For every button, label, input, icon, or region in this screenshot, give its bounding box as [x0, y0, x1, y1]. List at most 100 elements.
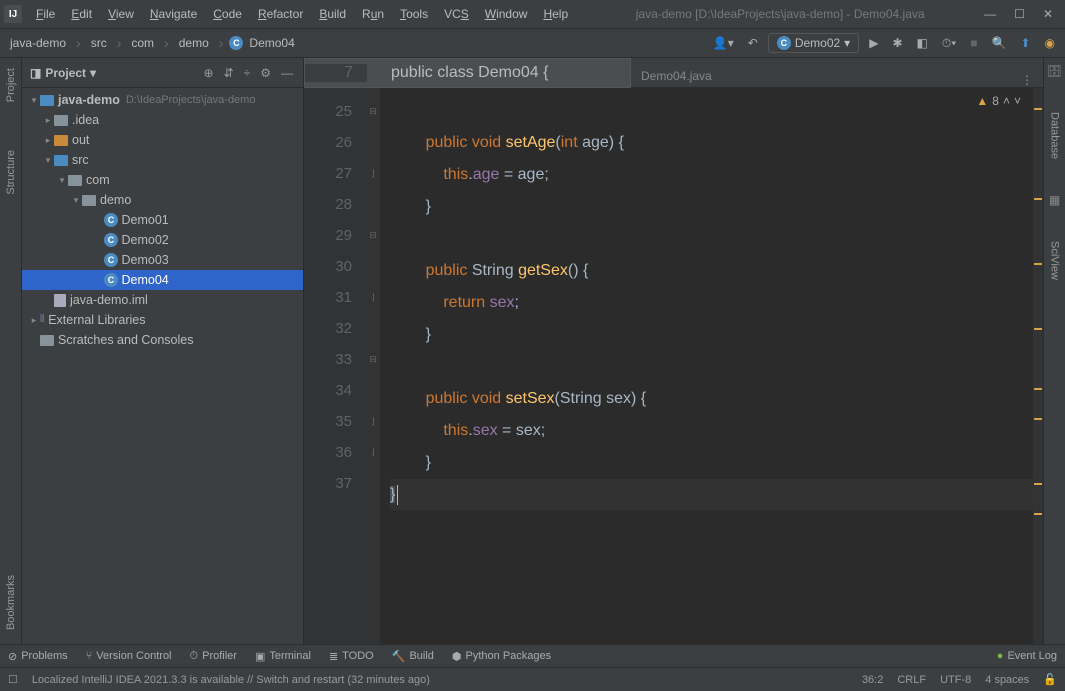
- fold-gutter[interactable]: ⊟⌋⊟⌋⊟⌋⌋: [366, 88, 380, 644]
- back-arrow-icon[interactable]: ↶: [744, 34, 762, 52]
- minimize-icon[interactable]: —: [984, 7, 996, 21]
- text-cursor: [397, 485, 398, 505]
- run-config-selector[interactable]: C Demo02 ▾: [768, 33, 859, 53]
- tool-profiler[interactable]: ⏱ Profiler: [190, 650, 237, 663]
- tool-build[interactable]: 🔨 Build: [392, 650, 434, 663]
- menu-edit[interactable]: Edit: [63, 4, 100, 24]
- status-pos[interactable]: 36:2: [862, 674, 883, 686]
- tool-event-log[interactable]: ● Event Log: [997, 650, 1057, 662]
- window-title: java-demo [D:\IdeaProjects\java-demo] - …: [576, 7, 984, 21]
- status-eol[interactable]: CRLF: [897, 674, 926, 686]
- tree-file-demo02[interactable]: C Demo02: [22, 230, 303, 250]
- sci-icon[interactable]: ▦: [1049, 193, 1060, 207]
- code-editor[interactable]: public void setAge(int age) { this.age =…: [380, 88, 1033, 644]
- tab-menu-icon[interactable]: ⋮: [1011, 73, 1043, 87]
- menu-tools[interactable]: Tools: [392, 4, 436, 24]
- class-icon: C: [777, 36, 791, 50]
- tree-ext-lib[interactable]: ▸⫴External Libraries: [22, 310, 303, 330]
- debug-button[interactable]: ✱: [888, 34, 906, 52]
- stop-button[interactable]: ■: [966, 34, 981, 52]
- editor-area: 7 public class Demo04 { Demo04.java ⋮ ▲8…: [304, 58, 1043, 644]
- status-indent[interactable]: 4 spaces: [985, 674, 1029, 686]
- crumb-demo[interactable]: demo: [175, 34, 213, 52]
- menu-refactor[interactable]: Refactor: [250, 4, 311, 24]
- project-tree: ▾java-demoD:\IdeaProjects\java-demo ▸.id…: [22, 88, 303, 644]
- profile-button[interactable]: ⏱▾: [938, 34, 960, 53]
- menu-code[interactable]: Code: [205, 4, 250, 24]
- menu-navigate[interactable]: Navigate: [142, 4, 205, 24]
- marker-bar[interactable]: [1033, 88, 1043, 644]
- right-tab-database[interactable]: Database: [1047, 108, 1063, 163]
- chevron-down-icon: ▾: [844, 36, 850, 50]
- add-user-icon[interactable]: 👤▾: [709, 34, 738, 52]
- maximize-icon[interactable]: ☐: [1014, 7, 1025, 21]
- close-icon[interactable]: ✕: [1043, 7, 1053, 21]
- menu-window[interactable]: Window: [477, 4, 536, 24]
- left-tab-bookmarks[interactable]: Bookmarks: [3, 571, 19, 634]
- tree-file-demo04[interactable]: C Demo04: [22, 270, 303, 290]
- menu-build[interactable]: Build: [311, 4, 354, 24]
- tree-file-demo01[interactable]: C Demo01: [22, 210, 303, 230]
- search-everywhere-icon[interactable]: 🔍: [988, 34, 1011, 52]
- tree-out[interactable]: ▸out: [22, 130, 303, 150]
- ide-settings-icon[interactable]: ◉: [1041, 34, 1059, 52]
- titlebar: IJ File Edit View Navigate Code Refactor…: [0, 0, 1065, 28]
- line-gutter[interactable]: 25262728293031323334353637: [304, 88, 366, 644]
- collapse-all-icon[interactable]: ÷: [242, 64, 253, 82]
- tree-com[interactable]: ▾com: [22, 170, 303, 190]
- run-button[interactable]: ▶: [865, 34, 882, 52]
- left-tool-strip: Project Structure Bookmarks: [0, 58, 22, 644]
- run-config-name: Demo02: [795, 36, 840, 50]
- class-icon: C: [229, 36, 243, 50]
- tool-todo[interactable]: ≣ TODO: [329, 650, 374, 663]
- menu-file[interactable]: File: [28, 4, 63, 24]
- tool-python[interactable]: ⬢ Python Packages: [452, 650, 551, 663]
- hide-panel-icon[interactable]: —: [279, 64, 295, 82]
- editor-tab[interactable]: Demo04.java: [633, 65, 720, 87]
- update-icon[interactable]: ⬆: [1016, 34, 1034, 52]
- tree-demo[interactable]: ▾demo: [22, 190, 303, 210]
- tool-terminal[interactable]: ▣ Terminal: [255, 650, 311, 663]
- inspections-widget[interactable]: ▲8 ˄˅: [976, 94, 1021, 108]
- menu-run[interactable]: Run: [354, 4, 392, 24]
- menu-vcs[interactable]: VCS: [436, 4, 477, 24]
- select-opened-icon[interactable]: ⊕: [202, 64, 216, 82]
- tree-iml[interactable]: java-demo.iml: [22, 290, 303, 310]
- expand-all-icon[interactable]: ⇵: [222, 64, 236, 82]
- left-tab-project[interactable]: Project: [3, 64, 19, 106]
- status-encoding[interactable]: UTF-8: [940, 674, 971, 686]
- intellij-logo-icon: IJ: [4, 5, 22, 23]
- tool-problems[interactable]: ⊘ Problems: [8, 650, 68, 663]
- tree-scratches[interactable]: Scratches and Consoles: [22, 330, 303, 350]
- tree-idea[interactable]: ▸.idea: [22, 110, 303, 130]
- warning-icon: ▲: [976, 94, 988, 108]
- chevron-down-icon[interactable]: ˅: [1014, 94, 1021, 108]
- right-tool-strip: 🗄 Database ▦ SciView: [1043, 58, 1065, 644]
- tree-src[interactable]: ▾src: [22, 150, 303, 170]
- panel-title[interactable]: ◨ Project ▾: [30, 66, 96, 80]
- menubar: File Edit View Navigate Code Refactor Bu…: [28, 4, 576, 24]
- crumb-src[interactable]: src: [87, 34, 111, 52]
- status-lock-icon[interactable]: 🔓: [1043, 673, 1057, 686]
- coverage-button[interactable]: ◧: [913, 34, 932, 52]
- right-tab-sciview[interactable]: SciView: [1047, 237, 1063, 284]
- bottom-tool-bar: ⊘ Problems ⑂ Version Control ⏱ Profiler …: [0, 644, 1065, 667]
- chevron-up-icon[interactable]: ˄: [1003, 94, 1010, 108]
- db-icon[interactable]: 🗄: [1047, 64, 1062, 78]
- crumb-project[interactable]: java-demo: [6, 34, 70, 52]
- menu-help[interactable]: Help: [535, 4, 576, 24]
- status-message[interactable]: Localized IntelliJ IDEA 2021.3.3 is avai…: [32, 674, 430, 686]
- crumb-com[interactable]: com: [127, 34, 158, 52]
- tree-file-demo03[interactable]: C Demo03: [22, 250, 303, 270]
- left-tab-structure[interactable]: Structure: [3, 146, 19, 199]
- status-msg-icon[interactable]: ☐: [8, 673, 18, 686]
- tree-root[interactable]: ▾java-demoD:\IdeaProjects\java-demo: [22, 90, 303, 110]
- navbar: java-demo› src› com› demo› C Demo04 👤▾ ↶…: [0, 28, 1065, 58]
- menu-view[interactable]: View: [100, 4, 142, 24]
- crumb-class[interactable]: Demo04: [245, 34, 298, 52]
- breadcrumb: java-demo› src› com› demo› C Demo04: [6, 34, 705, 52]
- panel-settings-icon[interactable]: ⚙: [258, 64, 273, 82]
- project-panel: ◨ Project ▾ ⊕ ⇵ ÷ ⚙ — ▾java-demoD:\IdeaP…: [22, 58, 304, 644]
- sticky-scroll-header[interactable]: 7 public class Demo04 {: [304, 58, 631, 88]
- tool-vcs[interactable]: ⑂ Version Control: [86, 650, 172, 662]
